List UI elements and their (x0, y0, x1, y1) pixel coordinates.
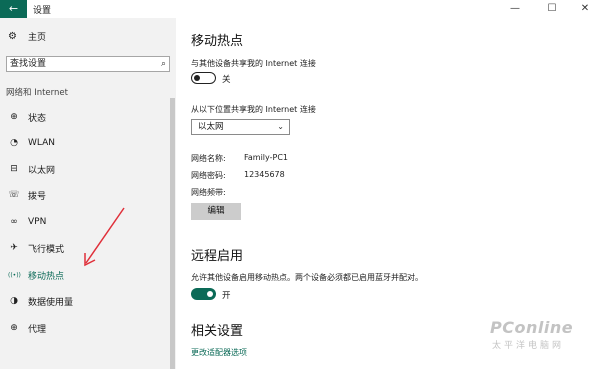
sidebar-item-dialup[interactable]: ☏ 拨号 (8, 187, 46, 203)
related-settings-title: 相关设置 (191, 324, 244, 339)
sidebar-item-label: 状态 (28, 113, 47, 124)
toggle-knob (194, 74, 200, 81)
airplane-icon: ✈ (10, 243, 18, 253)
minimize-button[interactable]: — (500, 0, 530, 18)
remote-enable-toggle[interactable] (191, 288, 216, 300)
globe-icon: ⊕ (10, 112, 18, 122)
sidebar-item-label: VPN (28, 217, 47, 227)
globe-icon: ⊕ (10, 323, 18, 333)
sidebar-item-airplane-mode[interactable]: ✈ 飞行模式 (8, 240, 64, 256)
hotspot-icon: ((•)) (8, 271, 21, 279)
sidebar-item-data-usage[interactable]: ◑ 数据使用量 (8, 293, 73, 309)
remote-enable-toggle-label: 开 (222, 291, 231, 301)
sidebar-item-status[interactable]: ⊕ 状态 (8, 109, 46, 125)
watermark-subtitle: 太平洋电脑网 (492, 341, 565, 351)
share-connection-label: 与其他设备共享我的 Internet 连接 (191, 59, 316, 68)
network-name-label: 网络名称: (191, 154, 226, 163)
network-band-label: 网络频带: (191, 188, 226, 197)
edit-button[interactable]: 编辑 (191, 203, 241, 220)
sidebar-item-label: 数据使用量 (28, 297, 74, 308)
close-button[interactable]: ✕ (570, 0, 600, 18)
share-from-label: 从以下位置共享我的 Internet 连接 (191, 105, 316, 114)
sidebar-item-wlan[interactable]: ◔ WLAN (8, 135, 55, 151)
data-usage-icon: ◑ (10, 296, 18, 306)
sidebar-item-proxy[interactable]: ⊕ 代理 (8, 320, 46, 336)
sidebar-item-label: 飞行模式 (28, 244, 65, 255)
chevron-down-icon: ⌄ (277, 122, 284, 131)
main-panel: 移动热点 与其他设备共享我的 Internet 连接 关 从以下位置共享我的 I… (176, 18, 600, 369)
sidebar-item-label: 代理 (28, 324, 47, 335)
phone-icon: ☏ (8, 190, 20, 200)
network-password-value: 12345678 (244, 170, 285, 179)
share-connection-toggle[interactable] (191, 72, 216, 84)
watermark-logo: PConline (490, 318, 574, 337)
window-title: 设置 (33, 6, 52, 16)
sidebar-item-label: WLAN (28, 138, 56, 148)
sidebar-item-home[interactable]: ⚙ 主页 (8, 30, 46, 43)
search-input[interactable]: 查找设置 ⌕ (6, 56, 170, 72)
wifi-icon: ◔ (10, 138, 18, 148)
back-arrow-icon: ← (8, 2, 19, 15)
gear-icon: ⚙ (8, 31, 17, 42)
sidebar-item-label: 以太网 (28, 165, 56, 176)
page-title: 移动热点 (191, 34, 244, 49)
share-from-dropdown[interactable]: 以太网 ⌄ (191, 119, 290, 135)
network-password-label: 网络密码: (191, 171, 226, 180)
section-label: 网络和 Internet (6, 88, 68, 98)
sidebar-item-label: 拨号 (28, 191, 47, 202)
sidebar-item-ethernet[interactable]: ⊟ 以太网 (8, 161, 55, 177)
sidebar: ⚙ 主页 查找设置 ⌕ 网络和 Internet ⊕ 状态 ◔ WLAN ⊟ 以… (0, 18, 176, 369)
toggle-knob (207, 291, 213, 297)
maximize-button[interactable]: ☐ (537, 0, 567, 18)
watermark: PConline 太平洋电脑网 (490, 318, 600, 362)
annotation-arrow (84, 207, 125, 267)
ethernet-icon: ⊟ (10, 164, 18, 174)
title-bar: ← 设置 — ☐ ✕ (0, 0, 600, 18)
sidebar-item-label: 移动热点 (28, 271, 65, 282)
back-button[interactable]: ← (0, 0, 27, 18)
sidebar-scrollbar[interactable] (170, 98, 175, 369)
remote-section-title: 远程启用 (191, 249, 244, 264)
share-connection-toggle-label: 关 (222, 75, 231, 85)
sidebar-item-vpn[interactable]: ∞ VPN (8, 214, 46, 230)
network-name-value: Family-PC1 (244, 153, 288, 162)
search-icon[interactable]: ⌕ (161, 57, 166, 71)
vpn-icon: ∞ (10, 217, 18, 227)
sidebar-item-mobile-hotspot[interactable]: ((•)) 移动热点 (8, 267, 64, 283)
remote-description: 允许其他设备启用移动热点。两个设备必须都已启用蓝牙并配对。 (191, 273, 423, 282)
search-placeholder: 查找设置 (10, 59, 47, 69)
share-from-value: 以太网 (198, 122, 224, 132)
home-label: 主页 (28, 33, 47, 43)
change-adapter-options-link[interactable]: 更改适配器选项 (191, 347, 247, 358)
